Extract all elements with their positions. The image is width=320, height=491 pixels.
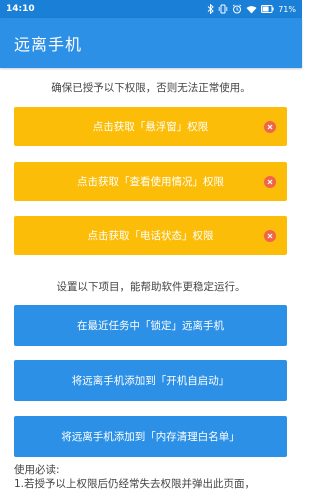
close-circle-icon <box>264 120 276 133</box>
notes-line-1: 1.若授予以上权限后仍经常失去权限并弹出此页面， <box>14 478 256 490</box>
app-title: 远离手机 <box>14 35 83 54</box>
action-button-label: 将远离手机添加到「内存清理白名单」 <box>61 431 240 443</box>
usage-notes: 使用必读: 1.若授予以上权限后仍经常失去权限并弹出此页面， <box>14 463 294 491</box>
close-circle-icon <box>264 229 276 242</box>
usage-access-permission-button[interactable]: 点击获取「查看使用情况」权限 <box>14 162 287 201</box>
lock-in-recents-button[interactable]: 在最近任务中「锁定」远离手机 <box>14 305 287 346</box>
battery-level: 71% <box>278 4 296 14</box>
wifi-icon <box>246 5 257 14</box>
permission-button-label: 点击获取「电话状态」权限 <box>87 230 214 242</box>
required-permissions-notice: 确保已授予以下权限，否则无法正常使用。 <box>51 82 251 94</box>
battery-icon <box>261 5 274 13</box>
add-autostart-button[interactable]: 将远离手机添加到「开机自启动」 <box>14 360 287 401</box>
bluetooth-icon <box>207 4 214 14</box>
app-bar: 远离手机 <box>0 18 302 68</box>
add-memory-whitelist-button[interactable]: 将远离手机添加到「内存清理白名单」 <box>14 416 287 457</box>
floating-window-permission-button[interactable]: 点击获取「悬浮窗」权限 <box>14 107 287 146</box>
vibrate-icon <box>218 4 228 14</box>
action-button-label: 将远离手机添加到「开机自启动」 <box>71 375 230 387</box>
close-circle-icon <box>264 175 276 188</box>
action-button-label: 在最近任务中「锁定」远离手机 <box>77 320 224 332</box>
phone-state-permission-button[interactable]: 点击获取「电话状态」权限 <box>14 216 287 255</box>
notes-heading: 使用必读: <box>14 464 60 476</box>
optional-settings-notice: 设置以下项目，能帮助软件更稳定运行。 <box>56 281 246 293</box>
permission-button-label: 点击获取「悬浮窗」权限 <box>92 121 209 133</box>
alarm-icon <box>232 4 242 14</box>
status-icons: 71% <box>207 4 296 14</box>
status-time: 14:10 <box>6 4 35 14</box>
status-bar: 14:10 71% <box>0 0 302 18</box>
permission-button-label: 点击获取「查看使用情况」权限 <box>77 176 224 188</box>
